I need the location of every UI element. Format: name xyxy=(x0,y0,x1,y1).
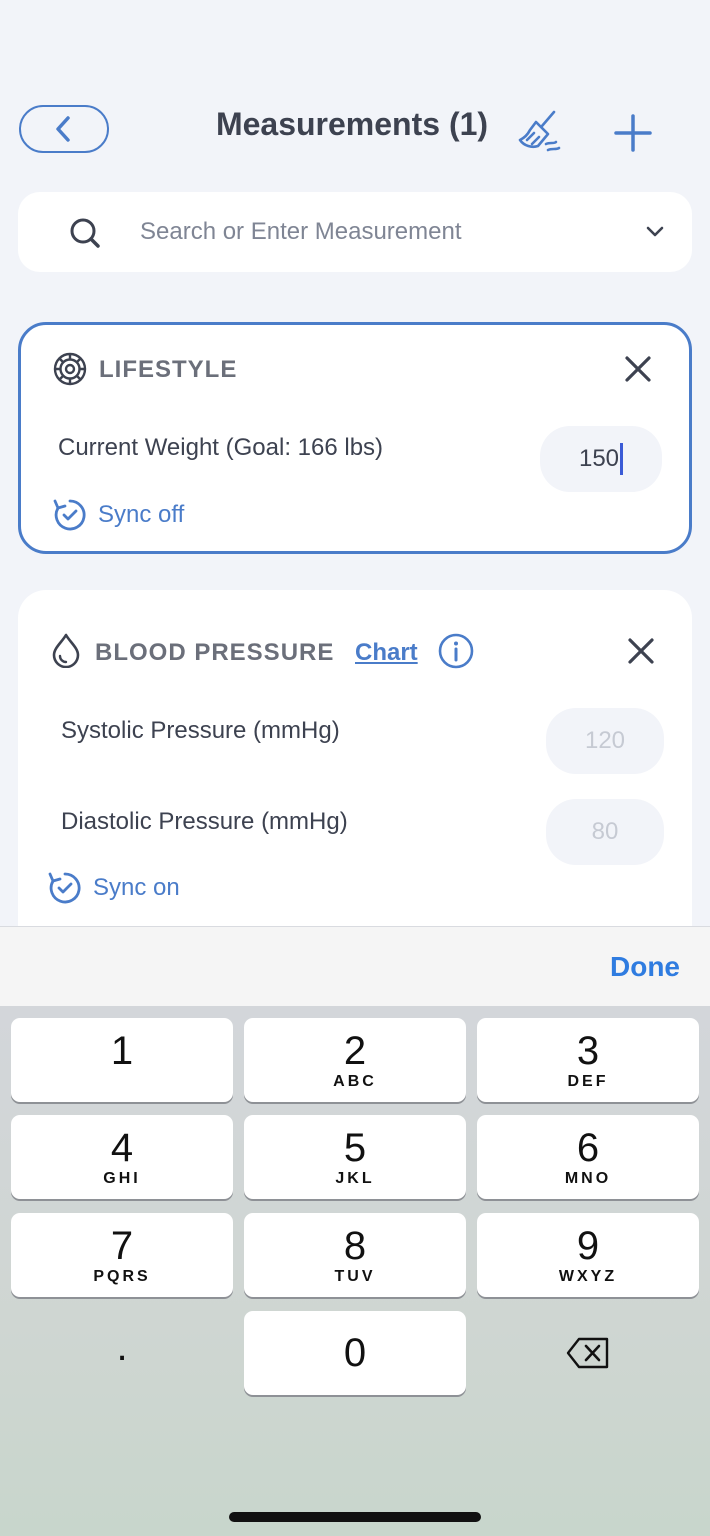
key-letters: WXYZ xyxy=(558,1268,618,1285)
key-3[interactable]: 3 DEF xyxy=(477,1018,699,1102)
key-6[interactable]: 6 MNO xyxy=(477,1115,699,1199)
key-letters: GHI xyxy=(103,1170,141,1187)
decimal-symbol: . xyxy=(116,1325,128,1369)
key-digit: 4 xyxy=(110,1126,134,1170)
close-icon[interactable] xyxy=(622,353,654,385)
key-letters: PQRS xyxy=(93,1268,151,1285)
key-4[interactable]: 4 GHI xyxy=(11,1115,233,1199)
search-icon xyxy=(70,218,100,248)
key-digit: 5 xyxy=(343,1126,367,1170)
key-letters: MNO xyxy=(564,1170,612,1187)
sync-on-label: Sync on xyxy=(93,874,180,901)
key-digit: 6 xyxy=(576,1126,600,1170)
header: Measurements (1) xyxy=(0,96,710,166)
key-digit: 7 xyxy=(110,1224,134,1268)
text-caret xyxy=(620,443,624,475)
keyboard-toolbar: Done xyxy=(0,926,710,1006)
systolic-input[interactable]: 120 xyxy=(546,708,664,774)
page-title: Measurements (1) xyxy=(215,106,489,142)
current-weight-input[interactable]: 150 xyxy=(540,426,662,492)
close-icon[interactable] xyxy=(625,635,657,667)
sync-icon xyxy=(53,499,86,531)
done-button[interactable]: Done xyxy=(610,951,680,983)
key-digit: 0 xyxy=(343,1331,367,1375)
current-weight-value: 150 xyxy=(578,445,620,472)
key-8[interactable]: 8 TUV xyxy=(244,1213,466,1297)
diastolic-input[interactable]: 80 xyxy=(546,799,664,865)
key-0[interactable]: 0 xyxy=(244,1311,466,1395)
key-letters: TUV xyxy=(334,1268,376,1285)
key-9[interactable]: 9 WXYZ xyxy=(477,1213,699,1297)
plus-icon[interactable] xyxy=(612,112,654,154)
chevron-down-icon[interactable] xyxy=(642,218,668,244)
home-indicator[interactable] xyxy=(229,1512,481,1522)
key-5[interactable]: 5 JKL xyxy=(244,1115,466,1199)
key-decimal[interactable]: . xyxy=(11,1311,233,1395)
key-2[interactable]: 2 ABC xyxy=(244,1018,466,1102)
key-digit: 9 xyxy=(576,1224,600,1268)
broom-icon[interactable] xyxy=(514,106,564,156)
backspace-icon xyxy=(566,1337,609,1369)
key-digit: 8 xyxy=(343,1224,367,1268)
drop-icon xyxy=(52,633,80,668)
key-digit: 1 xyxy=(110,1029,134,1073)
numeric-keypad: 1 2 ABC 3 DEF 4 GHI 5 JKL 6 MNO 7 PQRS 8… xyxy=(0,1006,710,1536)
chart-link[interactable]: Chart xyxy=(355,639,418,667)
key-7[interactable]: 7 PQRS xyxy=(11,1213,233,1297)
search-input[interactable]: Search or Enter Measurement xyxy=(140,218,461,246)
current-weight-label: Current Weight (Goal: 166 lbs) xyxy=(58,434,384,461)
key-digit: 3 xyxy=(576,1029,600,1073)
search-bar[interactable]: Search or Enter Measurement xyxy=(18,192,692,272)
diastolic-label: Diastolic Pressure (mmHg) xyxy=(61,808,348,835)
key-letters: JKL xyxy=(335,1170,375,1187)
key-letters: DEF xyxy=(567,1073,609,1090)
info-icon[interactable] xyxy=(437,632,475,670)
systolic-label: Systolic Pressure (mmHg) xyxy=(61,717,340,744)
lifestyle-title: LIFESTYLE xyxy=(99,356,238,383)
sync-icon xyxy=(48,872,81,904)
key-letters: ABC xyxy=(333,1073,377,1090)
sync-off-toggle[interactable]: Sync off xyxy=(52,497,184,533)
lifestyle-card: LIFESTYLE Current Weight (Goal: 166 lbs)… xyxy=(18,322,692,554)
key-digit: 2 xyxy=(343,1029,367,1073)
blood-pressure-card: BLOOD PRESSURE Chart Systolic Pressure (… xyxy=(18,590,692,970)
sync-on-toggle[interactable]: Sync on xyxy=(47,870,180,906)
blood-pressure-title: BLOOD PRESSURE xyxy=(95,639,335,666)
sync-off-label: Sync off xyxy=(98,501,185,528)
key-backspace[interactable] xyxy=(477,1311,699,1395)
key-1[interactable]: 1 xyxy=(11,1018,233,1102)
lifestyle-icon xyxy=(53,352,87,386)
